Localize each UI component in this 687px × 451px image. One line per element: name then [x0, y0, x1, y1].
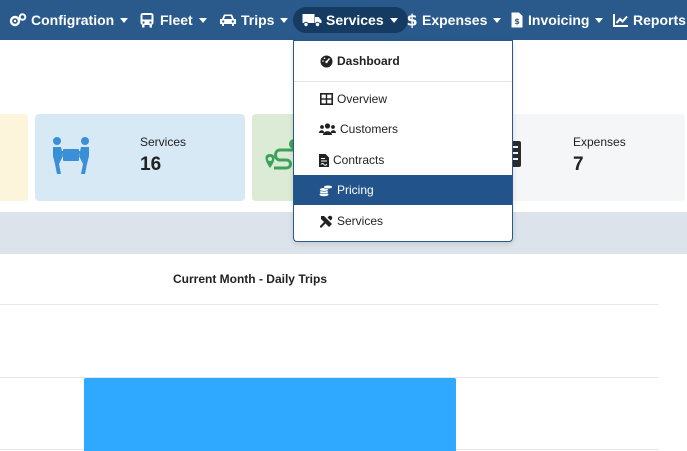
menu-label: Pricing [337, 183, 374, 197]
svg-text:$: $ [407, 12, 417, 28]
services-dropdown-menu: Dashboard Overview Customers Contracts P… [293, 40, 513, 242]
menu-label: Services [337, 214, 384, 228]
nav-label: Reports [633, 12, 686, 28]
caret-down-icon [595, 17, 604, 23]
menu-label: Dashboard [337, 54, 400, 68]
tools-icon [319, 214, 333, 228]
users-icon [319, 122, 336, 136]
caret-down-icon [389, 17, 398, 23]
tachometer-icon [319, 54, 333, 68]
file-contract-icon [319, 153, 329, 167]
nav-expenses[interactable]: $ Expenses [406, 7, 502, 33]
menu-item-dashboard[interactable]: Dashboard [294, 46, 512, 76]
nav-fleet[interactable]: Fleet [138, 7, 207, 33]
svg-text:$: $ [514, 17, 520, 26]
menu-label: Customers [340, 122, 399, 136]
cogs-icon [9, 12, 27, 28]
card-label: Services [140, 135, 187, 149]
chart-bar [84, 378, 456, 451]
car-icon [219, 12, 237, 28]
menu-item-contracts[interactable]: Contracts [294, 145, 512, 175]
menu-divider [294, 81, 512, 82]
caret-down-icon [120, 17, 129, 23]
menu-item-services[interactable]: Services [294, 206, 512, 236]
stat-card-services[interactable]: Services 16 [35, 114, 245, 201]
people-carry-icon [49, 136, 93, 181]
nav-invoicing[interactable]: $ Invoicing [510, 7, 604, 33]
top-navbar: Configration Fleet Trips Services $ Expe… [0, 0, 687, 40]
table-icon [319, 92, 333, 106]
nav-label: Configration [31, 12, 115, 28]
dollar-icon: $ [406, 12, 418, 28]
nav-label: Invoicing [528, 12, 590, 28]
chart-title: Current Month - Daily Trips [172, 272, 327, 286]
menu-item-customers[interactable]: Customers [294, 114, 512, 144]
truck-icon [302, 12, 322, 28]
card-value: 16 [140, 154, 162, 175]
menu-item-pricing[interactable]: Pricing [294, 175, 512, 205]
nav-trips[interactable]: Trips [219, 7, 289, 33]
nav-label: Expenses [422, 12, 488, 28]
invoice-icon: $ [510, 12, 524, 28]
card-label: Expenses [573, 135, 626, 149]
nav-configration[interactable]: Configration [9, 7, 129, 33]
card-value: 7 [573, 154, 584, 175]
caret-down-icon [280, 17, 289, 23]
stat-card-expenses[interactable]: Expenses 7 [505, 114, 685, 201]
caret-down-icon [493, 17, 502, 23]
nav-label: Trips [241, 12, 275, 28]
nav-label: Services [326, 12, 384, 28]
stat-card-partial [0, 114, 28, 201]
chart-line-icon [613, 12, 629, 28]
menu-label: Overview [337, 92, 388, 106]
nav-reports[interactable]: Reports [613, 7, 686, 33]
chart-gridline [0, 304, 658, 305]
coins-icon [319, 183, 333, 197]
menu-item-overview[interactable]: Overview [294, 84, 512, 114]
menu-label: Contracts [333, 153, 385, 167]
bus-icon [138, 12, 156, 28]
caret-down-icon [198, 17, 207, 23]
nav-services[interactable]: Services [293, 7, 408, 33]
nav-label: Fleet [160, 12, 193, 28]
